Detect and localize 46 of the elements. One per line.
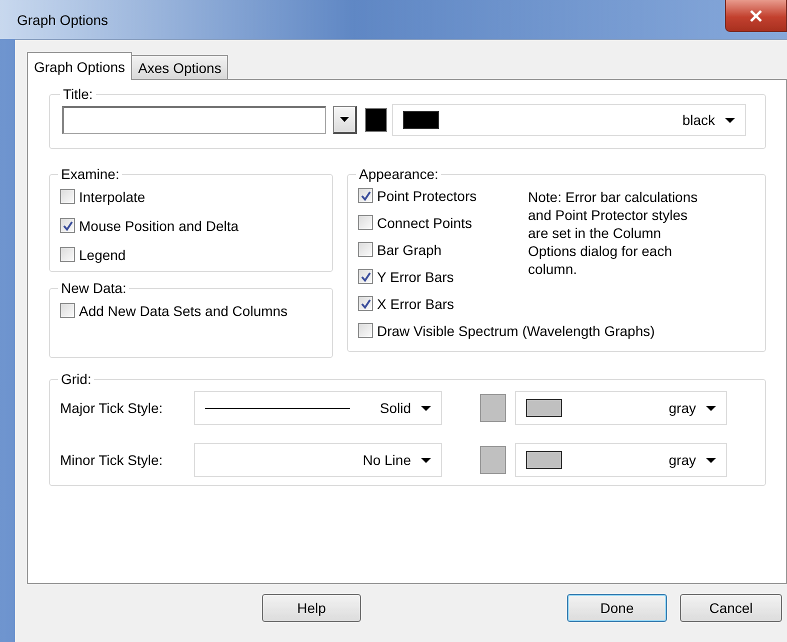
group-label: Appearance: xyxy=(358,166,440,182)
title-input[interactable] xyxy=(62,106,326,134)
check-icon xyxy=(360,190,372,202)
checkbox[interactable]: Legend xyxy=(60,240,126,269)
caret-icon xyxy=(706,406,716,410)
checkbox[interactable]: Mouse Position and Delta xyxy=(60,211,239,240)
checkbox[interactable]: Draw Visible Spectrum (Wavelength Graphs) xyxy=(358,317,655,344)
line-style-select[interactable]: Solid xyxy=(194,391,442,425)
dialog-button[interactable]: Help xyxy=(262,594,361,622)
caret-icon xyxy=(725,118,735,122)
group-label: Grid: xyxy=(60,371,92,387)
checkbox[interactable]: X Error Bars xyxy=(358,290,454,317)
close-button[interactable] xyxy=(725,0,787,32)
checkbox[interactable]: Y Error Bars xyxy=(358,263,454,290)
dialog-button[interactable]: Cancel xyxy=(680,594,782,622)
check-icon xyxy=(360,270,372,282)
color-select[interactable]: gray xyxy=(515,443,727,477)
color-select[interactable]: black xyxy=(392,104,746,136)
dropdown-button[interactable] xyxy=(333,106,357,134)
field-label: Minor Tick Style: xyxy=(60,452,164,468)
color-swatch[interactable] xyxy=(480,394,506,422)
checkbox[interactable]: Point Protectors xyxy=(358,182,477,209)
tab[interactable]: Axes Options xyxy=(131,55,228,79)
check-icon xyxy=(62,220,74,232)
caret-icon xyxy=(340,117,349,122)
group-label: Examine: xyxy=(60,166,120,182)
color-swatch[interactable] xyxy=(480,446,506,474)
checkbox[interactable]: Interpolate xyxy=(60,182,146,211)
caret-icon xyxy=(706,458,716,462)
group-label: Title: xyxy=(62,86,94,102)
line-style-select[interactable]: No Line xyxy=(194,443,442,477)
checkbox[interactable]: Connect Points xyxy=(358,209,472,236)
color-swatch[interactable] xyxy=(365,108,387,132)
dialog-button[interactable]: Done xyxy=(567,594,667,622)
caret-icon xyxy=(421,458,431,462)
field-label: Major Tick Style: xyxy=(60,400,164,416)
caret-icon xyxy=(421,406,431,410)
checkbox[interactable]: Add New Data Sets and Columns xyxy=(60,296,288,325)
close-icon xyxy=(749,10,763,22)
note-text: Note: Error bar calculations and Point Protector styles are set in the Column Options dialog for each column. xyxy=(528,188,699,279)
window-title: Graph Options xyxy=(17,12,108,28)
color-select[interactable]: gray xyxy=(515,391,727,425)
checkbox[interactable]: Bar Graph xyxy=(358,236,442,263)
check-icon xyxy=(360,298,372,310)
tab[interactable]: Graph Options xyxy=(27,52,132,80)
group-label: New Data: xyxy=(60,280,128,296)
